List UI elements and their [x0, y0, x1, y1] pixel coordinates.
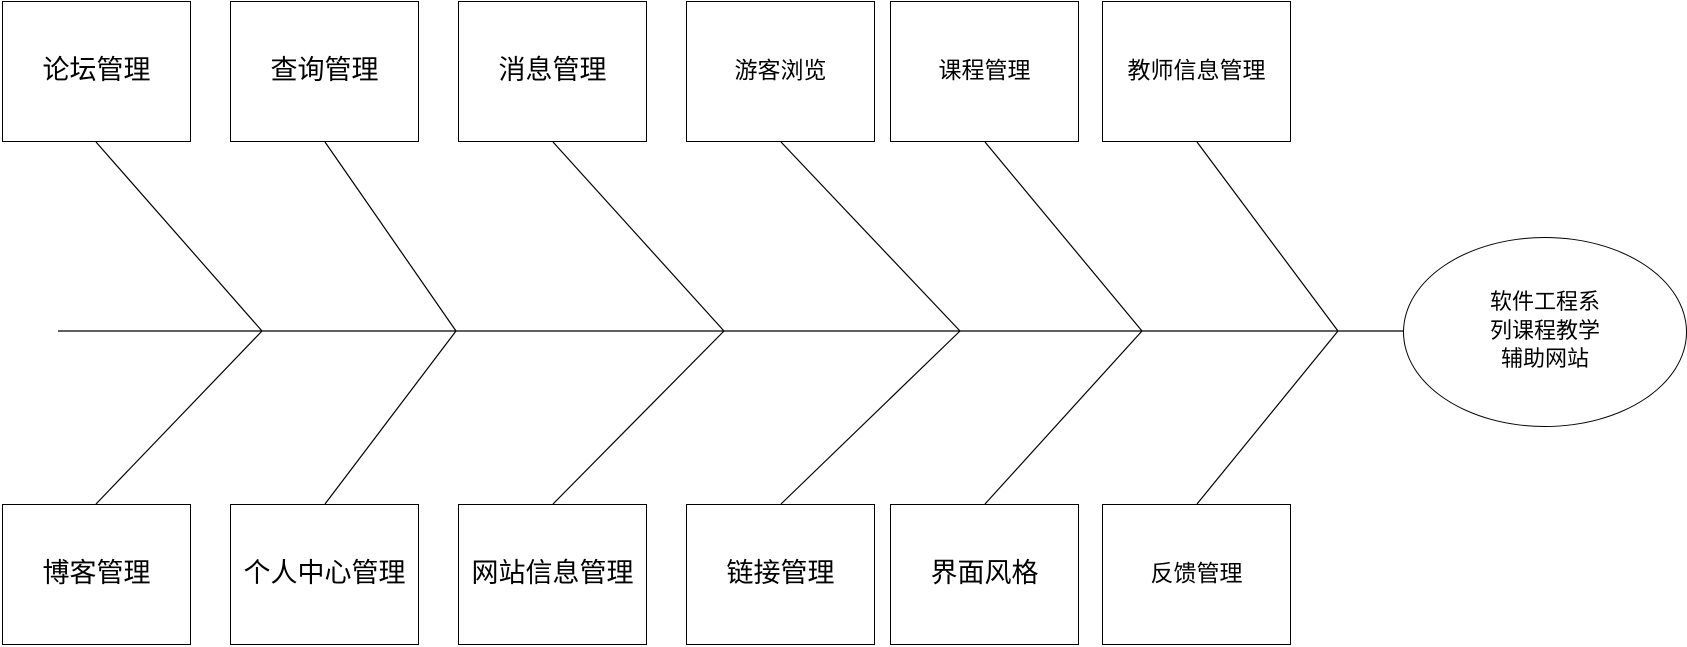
bone-top-6 — [1196, 141, 1339, 332]
bone-bottom-5 — [984, 330, 1143, 505]
cause-box-bottom-2: 个人中心管理 — [230, 504, 419, 645]
bone-top-1 — [95, 141, 263, 332]
cause-box-top-6: 教师信息管理 — [1102, 1, 1291, 142]
cause-box-top-2: 查询管理 — [230, 1, 419, 142]
bone-top-3 — [552, 141, 725, 332]
cause-box-top-1: 论坛管理 — [2, 1, 191, 142]
effect-line-1: 软件工程系 — [1489, 290, 1600, 316]
cause-box-bottom-1: 博客管理 — [2, 504, 191, 645]
bone-bottom-4 — [780, 330, 961, 505]
effect-line-2: 列课程教学 — [1489, 318, 1600, 344]
bone-bottom-1 — [95, 330, 263, 505]
effect-ellipse: 软件工程系 列课程教学 辅助网站 — [1403, 237, 1687, 427]
cause-box-bottom-4: 链接管理 — [686, 504, 875, 645]
bone-top-2 — [324, 141, 457, 332]
cause-box-bottom-5: 界面风格 — [890, 504, 1079, 645]
bone-top-5 — [984, 141, 1143, 332]
cause-box-top-3: 消息管理 — [458, 1, 647, 142]
cause-box-bottom-6: 反馈管理 — [1102, 504, 1291, 645]
bone-bottom-3 — [552, 330, 725, 505]
cause-box-bottom-3: 网站信息管理 — [458, 504, 647, 645]
bone-bottom-2 — [324, 330, 457, 505]
bone-bottom-6 — [1196, 330, 1339, 505]
cause-box-top-4: 游客浏览 — [686, 1, 875, 142]
effect-line-3: 辅助网站 — [1500, 347, 1589, 373]
bone-top-4 — [780, 141, 961, 332]
cause-box-top-5: 课程管理 — [890, 1, 1079, 142]
